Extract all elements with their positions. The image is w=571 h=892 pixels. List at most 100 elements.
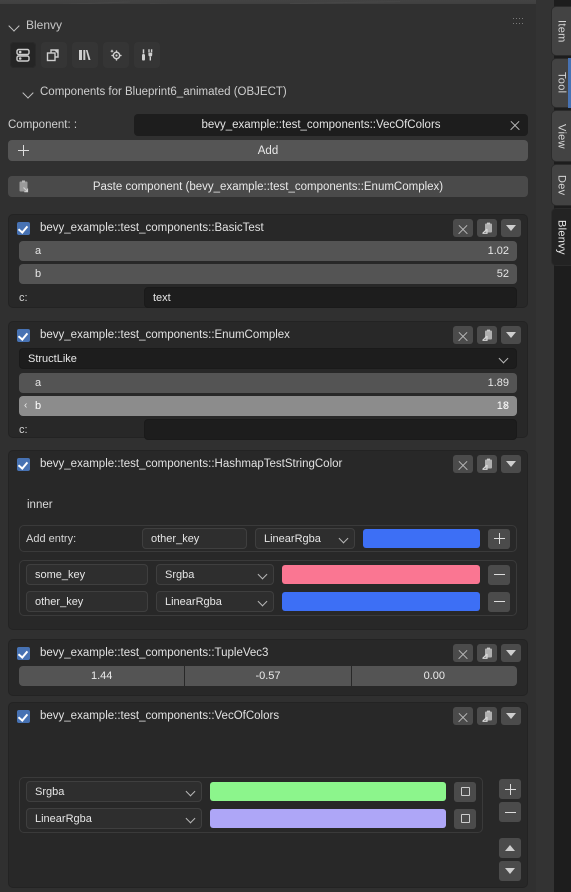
remove-component-button[interactable] — [453, 219, 473, 237]
copy-component-button[interactable] — [477, 455, 497, 473]
component-menu-button[interactable] — [501, 326, 521, 344]
remove-component-button[interactable] — [453, 455, 473, 473]
component-card-vec-of-colors: bevy_example::test_components::VecOfColo… — [8, 702, 528, 888]
triangle-down-icon — [505, 868, 515, 874]
copy-component-button[interactable] — [477, 219, 497, 237]
chevron-down-triangle-icon — [506, 650, 516, 656]
list-remove-button[interactable] — [499, 802, 521, 822]
component-menu-button[interactable] — [501, 707, 521, 725]
field-value: 52 — [496, 268, 509, 280]
panel-header[interactable]: Blenvy — [0, 14, 536, 36]
card-header: bevy_example::test_components::HashmapTe… — [9, 451, 527, 477]
paste-button-label: Paste component (bevy_example::test_comp… — [92, 180, 444, 193]
close-x-icon — [456, 710, 470, 722]
vector-x-input[interactable]: 1.44 — [19, 666, 185, 686]
add-entry-color-swatch[interactable] — [363, 529, 480, 548]
list-move-down-button[interactable] — [499, 861, 521, 881]
component-search-input[interactable]: bevy_example::test_components::VecOfColo… — [134, 114, 528, 136]
paste-component-button[interactable]: Paste component (bevy_example::test_comp… — [8, 176, 528, 197]
field-key: a — [35, 377, 42, 389]
chevron-down-icon[interactable] — [8, 19, 20, 31]
chevron-down-triangle-icon — [506, 332, 516, 338]
component-title: bevy_example::test_components::BasicTest — [40, 222, 264, 234]
card-header: bevy_example::test_components::EnumCompl… — [9, 322, 527, 348]
item-type-select[interactable]: Srgba — [26, 781, 202, 802]
card-header: bevy_example::test_components::BasicTest — [9, 215, 527, 241]
remove-component-button[interactable] — [453, 326, 473, 344]
component-menu-button[interactable] — [501, 644, 521, 662]
add-component-button[interactable]: Add — [8, 140, 528, 161]
item-color-swatch[interactable] — [210, 782, 446, 801]
close-x-icon[interactable] — [508, 118, 522, 132]
entry-key-input[interactable]: other_key — [26, 591, 148, 612]
field-row[interactable]: a 1.02 — [19, 241, 517, 261]
entry-color-swatch[interactable] — [282, 592, 480, 611]
components-section-header[interactable]: Components for Blueprint6_animated (OBJE… — [22, 86, 287, 98]
chevron-down-icon[interactable] — [22, 86, 34, 98]
card-header-actions — [453, 644, 521, 662]
tools-tool-button[interactable] — [134, 42, 160, 68]
settings-tool-button[interactable] — [103, 42, 129, 68]
component-enabled-checkbox[interactable] — [17, 221, 30, 235]
text-field-label: c: — [19, 291, 28, 304]
add-entry-key-input[interactable]: other_key — [142, 528, 247, 549]
entry-color-swatch[interactable] — [282, 565, 480, 584]
entry-type-select[interactable]: Srgba — [156, 564, 274, 585]
add-entry-confirm-button[interactable] — [488, 528, 510, 549]
item-type-select[interactable]: LinearRgba — [26, 808, 202, 829]
remove-component-button[interactable] — [453, 707, 473, 725]
increment-arrow-icon[interactable]: › — [504, 401, 512, 411]
component-title: bevy_example::test_components::VecOfColo… — [40, 710, 280, 722]
assets-tool-button[interactable] — [72, 42, 98, 68]
sidebar-tab-view[interactable]: View — [551, 110, 571, 162]
component-enabled-checkbox[interactable] — [17, 457, 30, 471]
item-edit-button[interactable] — [454, 808, 476, 829]
tab-label: Tool — [555, 72, 568, 94]
field-key: b — [35, 400, 42, 412]
text-field-input[interactable]: text — [144, 287, 517, 308]
plus-icon — [18, 145, 29, 156]
chevron-down-triangle-icon — [506, 461, 516, 467]
sidebar-tab-dev[interactable]: Dev — [551, 164, 571, 206]
copy-component-button[interactable] — [477, 644, 497, 662]
component-enabled-checkbox[interactable] — [17, 646, 30, 660]
copy-component-button[interactable] — [477, 707, 497, 725]
text-field-input[interactable] — [144, 419, 517, 440]
hashmap-entries-list: some_key Srgba other_key LinearRgba — [19, 560, 517, 616]
copy-component-button[interactable] — [477, 326, 497, 344]
remove-component-button[interactable] — [453, 644, 473, 662]
entry-type-value: Srgba — [165, 568, 195, 581]
components-icon — [16, 48, 30, 62]
component-enabled-checkbox[interactable] — [17, 709, 30, 723]
item-type-value: Srgba — [35, 785, 65, 798]
chevron-down-icon — [258, 570, 267, 579]
enum-variant-select[interactable]: StructLike — [19, 348, 517, 369]
component-enabled-checkbox[interactable] — [17, 328, 30, 342]
entry-type-select[interactable]: LinearRgba — [156, 591, 274, 612]
item-color-swatch[interactable] — [210, 809, 446, 828]
blueprints-tool-button[interactable] — [41, 42, 67, 68]
entry-remove-button[interactable] — [488, 564, 510, 585]
vector-y-input[interactable]: -0.57 — [185, 666, 351, 686]
sidebar-tab-blenvy[interactable]: Blenvy — [551, 208, 571, 266]
add-entry-type-select[interactable]: LinearRgba — [255, 528, 355, 549]
field-row[interactable]: b 52 — [19, 264, 517, 284]
list-move-up-button[interactable] — [499, 838, 521, 858]
field-row[interactable]: ‹ b 18 › — [19, 396, 517, 416]
add-entry-type-value: LinearRgba — [264, 532, 321, 545]
entry-type-value: LinearRgba — [165, 595, 222, 608]
component-menu-button[interactable] — [501, 455, 521, 473]
component-menu-button[interactable] — [501, 219, 521, 237]
field-row[interactable]: a 1.89 — [19, 373, 517, 393]
entry-key-input[interactable]: some_key — [26, 564, 148, 585]
decrement-arrow-icon[interactable]: ‹ — [24, 401, 32, 411]
list-add-button[interactable] — [499, 779, 521, 799]
sidebar-tab-item[interactable]: Item — [551, 6, 571, 56]
vec-item-row: Srgba — [20, 778, 482, 805]
vector-z-input[interactable]: 0.00 — [351, 666, 517, 686]
chevron-down-triangle-icon — [506, 225, 516, 231]
components-tool-button[interactable] — [10, 42, 36, 68]
grip-dots-icon[interactable] — [513, 18, 524, 26]
entry-remove-button[interactable] — [488, 591, 510, 612]
item-edit-button[interactable] — [454, 781, 476, 802]
